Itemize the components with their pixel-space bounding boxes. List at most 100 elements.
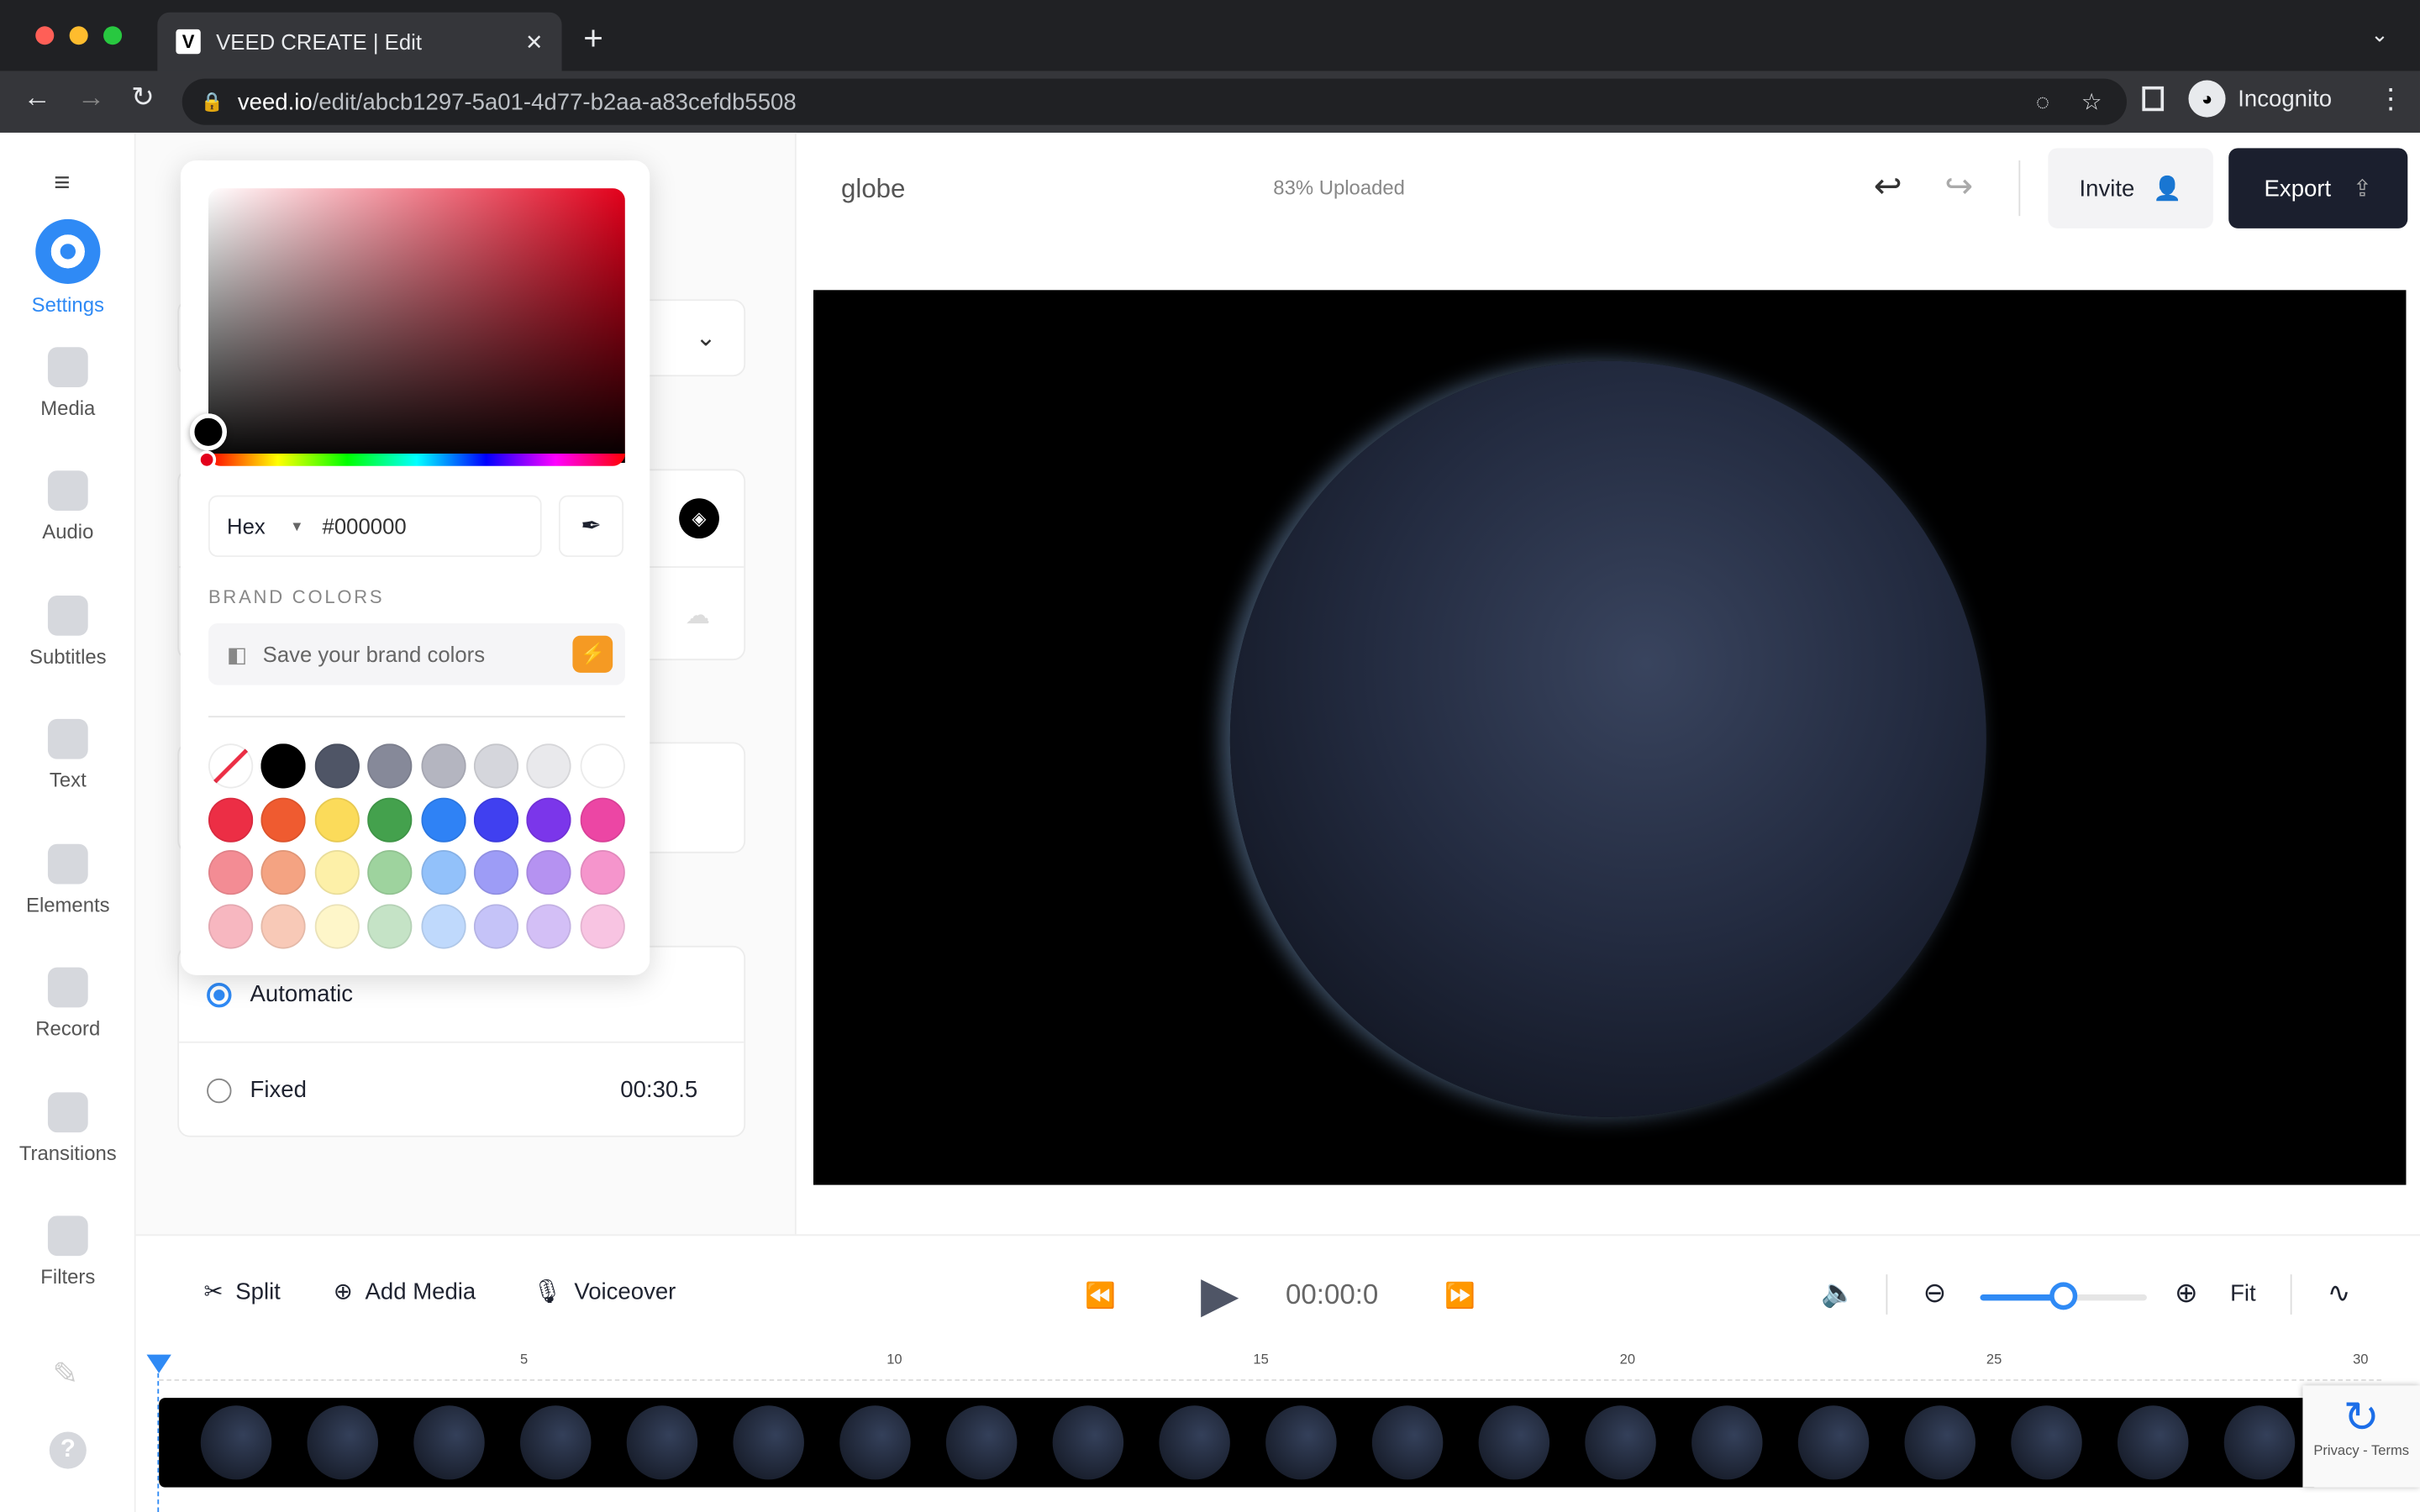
incognito-badge[interactable]: ◕ Incognito [2188,80,2332,118]
color-swatch[interactable] [527,796,572,842]
color-swatch[interactable] [527,850,572,895]
hue-handle[interactable] [197,450,217,470]
color-handle[interactable] [189,413,227,451]
voiceover-button[interactable]: 🎙 Voiceover [533,1278,676,1305]
color-swatch[interactable] [473,796,519,842]
color-swatch[interactable] [314,903,360,948]
color-swatch[interactable] [261,903,307,948]
new-tab-button[interactable]: + [583,18,603,59]
playback-time: 00:00:0 [1285,1278,1379,1310]
tracking-off-icon[interactable]: ◌ [2036,89,2049,115]
side-panel-icon[interactable] [2142,86,2165,112]
color-mode-select[interactable]: Hex [227,514,266,538]
close-window-button[interactable] [35,26,55,45]
color-swatch[interactable] [580,850,625,895]
pencil-icon[interactable]: ✎ [52,1355,78,1394]
color-swatch[interactable] [208,850,254,895]
fixed-duration-value[interactable]: 00:30.5 [620,1077,697,1103]
eyedropper-button[interactable]: ✒ [558,495,624,558]
caret-down-icon[interactable]: ▼ [290,518,303,533]
rewind-icon[interactable]: ⏪ [1085,1280,1116,1311]
undo-icon[interactable]: ↩ [1874,166,1902,207]
color-swatch[interactable] [420,903,466,948]
reload-icon[interactable]: ↻ [131,81,155,114]
volume-icon[interactable]: 🔈 [1821,1278,1855,1310]
color-swatch[interactable] [580,743,625,789]
project-name[interactable]: globe [841,175,905,206]
add-media-button[interactable]: ⊕ Add Media [334,1278,476,1305]
sidebar-item-audio[interactable]: Audio [0,470,136,543]
playhead[interactable] [146,1354,171,1373]
recaptcha-badge[interactable]: ↻ Privacy - Terms [2302,1385,2420,1488]
waveform-icon[interactable]: ∿ [2328,1278,2351,1310]
color-swatch[interactable] [527,743,572,789]
color-swatch[interactable] [580,796,625,842]
saturation-value-area[interactable] [208,188,625,464]
sidebar-item-elements[interactable]: Elements [0,843,136,916]
clip-thumbnail [626,1405,698,1480]
color-swatch[interactable] [420,850,466,895]
zoom-out-icon[interactable]: ⊖ [1923,1278,1947,1310]
tab-list-chevron-icon[interactable]: ⌄ [2370,22,2389,48]
maximize-window-button[interactable] [103,26,123,45]
split-button[interactable]: ✂ Split [203,1278,280,1305]
color-swatch[interactable] [527,903,572,948]
lightning-upgrade-icon[interactable]: ⚡ [572,635,613,673]
export-button[interactable]: Export ⇪ [2228,148,2408,228]
url-bar[interactable]: 🔒 veed.io/edit/abcb1297-5a01-4d77-b2aa-a… [182,78,2128,125]
color-swatch[interactable] [208,796,254,842]
color-swatch[interactable] [261,743,307,789]
color-swatch[interactable] [367,850,413,895]
sidebar-item-transitions[interactable]: Transitions [0,1091,136,1164]
duration-fixed-radio[interactable]: Fixed [207,1077,307,1103]
color-swatch[interactable] [314,796,360,842]
sidebar-item-record[interactable]: Record [0,967,136,1040]
color-swatch[interactable] [580,903,625,948]
color-swatch[interactable] [420,743,466,789]
no-color-swatch[interactable] [208,743,254,789]
zoom-in-icon[interactable]: ⊕ [2175,1278,2198,1310]
color-swatch[interactable] [314,850,360,895]
duration-automatic-radio[interactable]: Automatic [207,981,353,1007]
sidebar-item-filters[interactable]: Filters [0,1215,136,1289]
back-icon[interactable]: ← [24,81,51,114]
sidebar-item-settings[interactable]: Settings [0,218,136,317]
color-swatch[interactable] [473,903,519,948]
minimize-window-button[interactable] [69,26,88,45]
hamburger-menu-icon[interactable]: ≡ [54,166,70,199]
color-swatch[interactable] [473,743,519,789]
redo-icon[interactable]: ↪ [1944,166,1973,207]
color-swatch[interactable] [261,850,307,895]
globe-video-frame [1229,360,1986,1117]
sidebar-item-subtitles[interactable]: Subtitles [0,595,136,667]
fast-forward-icon[interactable]: ⏩ [1444,1280,1476,1311]
browser-tab[interactable]: V VEED CREATE | Edit ✕ [157,12,562,71]
clip-thumbnail [839,1405,911,1480]
hue-slider[interactable] [208,453,625,466]
color-swatch[interactable] [367,743,413,789]
sidebar-item-text[interactable]: Text [0,718,136,791]
color-fill-button[interactable]: ◈ [679,498,719,539]
color-swatch[interactable] [473,850,519,895]
color-swatch[interactable] [208,903,254,948]
forward-icon[interactable]: → [77,81,105,114]
fit-button[interactable]: Fit [2230,1280,2256,1306]
color-swatch[interactable] [367,796,413,842]
color-swatch[interactable] [261,796,307,842]
star-icon[interactable]: ☆ [2081,88,2102,116]
upload-cloud-icon[interactable]: ☁ [686,600,710,631]
invite-button[interactable]: Invite 👤 [2048,148,2213,228]
timeline-ruler[interactable] [159,1379,2382,1381]
close-tab-icon[interactable]: ✕ [525,29,544,55]
help-icon[interactable]: ? [49,1431,87,1469]
color-swatch[interactable] [367,903,413,948]
color-swatch[interactable] [314,743,360,789]
play-icon[interactable]: ▶ [1201,1265,1239,1324]
sidebar-item-media[interactable]: Media [0,346,136,419]
zoom-slider-handle[interactable] [2049,1282,2078,1310]
hex-value-input[interactable]: #000000 [323,514,407,538]
color-swatch[interactable] [420,796,466,842]
video-track-clip[interactable] [159,1398,2320,1488]
browser-menu-icon[interactable]: ⋮ [2377,83,2405,116]
save-brand-colors-row[interactable]: ◧ Save your brand colors ⚡ [208,623,625,685]
